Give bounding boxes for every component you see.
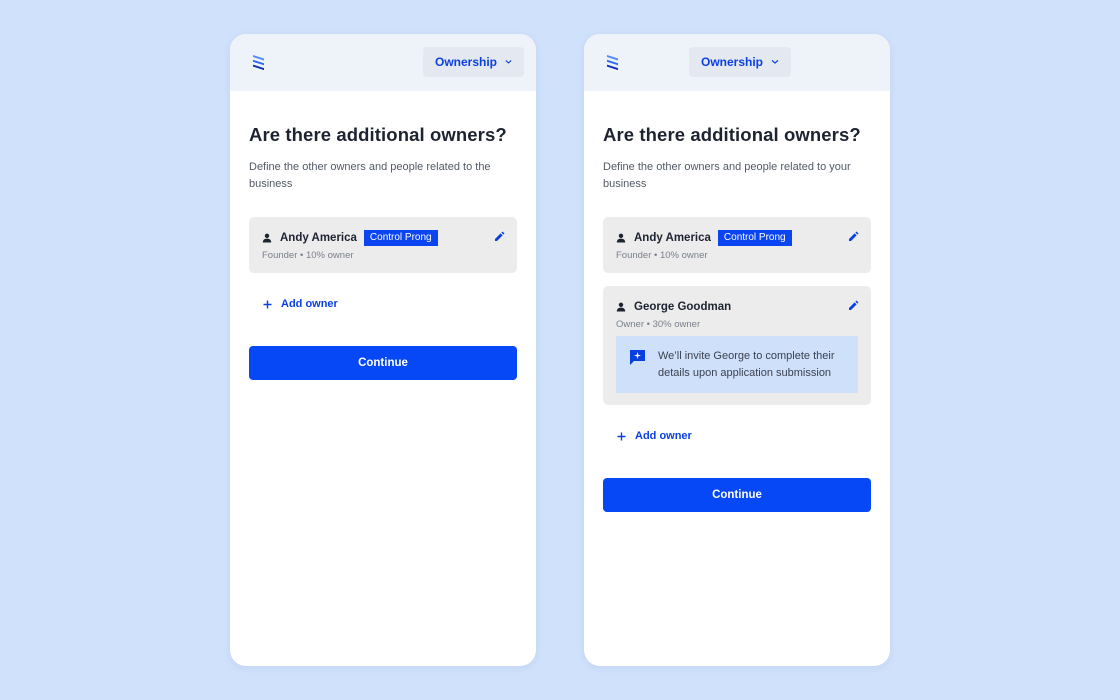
- plus-icon: [263, 300, 272, 308]
- top-bar: Ownership: [584, 34, 890, 91]
- owner-name: George Goodman: [634, 300, 732, 313]
- logo: [253, 55, 264, 71]
- owner-role-share: Owner • 30% owner: [616, 319, 701, 330]
- person-icon: [616, 302, 626, 311]
- continue-button[interactable]: Continue: [603, 478, 871, 512]
- dropdown-label: Ownership: [701, 55, 764, 69]
- page-subtitle: Define the other owners and people relat…: [249, 161, 491, 190]
- logo: [607, 55, 618, 71]
- phone-screen-before: Ownership Are there additional owners? D…: [230, 34, 536, 666]
- person-icon: [616, 233, 626, 242]
- add-owner-button[interactable]: Add owner: [249, 296, 517, 312]
- owner-role-share: Founder • 10% owner: [262, 250, 354, 261]
- person-icon: [262, 233, 272, 242]
- dropdown-label: Ownership: [435, 55, 498, 69]
- owner-card-george-goodman[interactable]: George Goodman Owner • 30% owner We’ll i…: [603, 286, 871, 405]
- main-content: Are there additional owners? Define the …: [584, 91, 890, 512]
- notice-text: We’ll invite George to complete their de…: [658, 350, 835, 379]
- plus-icon: [617, 432, 626, 440]
- control-prong-badge: Control Prong: [363, 229, 438, 246]
- owner-name: Andy America: [280, 231, 357, 244]
- pencil-icon[interactable]: [494, 231, 505, 242]
- add-owner-label: Add owner: [281, 298, 338, 310]
- owner-card-andy-america[interactable]: Andy America Control Prong Founder • 10%…: [249, 217, 517, 273]
- ownership-dropdown[interactable]: Ownership: [689, 47, 791, 77]
- top-bar: Ownership: [230, 34, 536, 91]
- owner-role-share: Founder • 10% owner: [616, 250, 708, 261]
- add-owner-button[interactable]: Add owner: [603, 428, 871, 444]
- chevron-down-icon: [505, 60, 512, 64]
- owner-list: Andy America Control Prong Founder • 10%…: [249, 217, 517, 273]
- control-prong-badge: Control Prong: [717, 229, 792, 246]
- main-content: Are there additional owners? Define the …: [230, 91, 536, 380]
- add-owner-label: Add owner: [635, 430, 692, 442]
- pencil-icon[interactable]: [848, 300, 859, 311]
- page-title: Are there additional owners?: [603, 124, 861, 145]
- ownership-dropdown[interactable]: Ownership: [423, 47, 524, 77]
- chevron-down-icon: [771, 60, 779, 64]
- continue-button[interactable]: Continue: [249, 346, 517, 380]
- invite-notice: We’ll invite George to complete their de…: [616, 336, 858, 393]
- owner-card-andy-america[interactable]: Andy America Control Prong Founder • 10%…: [603, 217, 871, 273]
- owner-name: Andy America: [634, 231, 711, 244]
- pencil-icon[interactable]: [848, 231, 859, 242]
- owner-list: Andy America Control Prong Founder • 10%…: [603, 217, 871, 405]
- page-title: Are there additional owners?: [249, 124, 507, 145]
- page-subtitle: Define the other owners and people relat…: [603, 161, 851, 190]
- phone-screen-after: Ownership Are there additional owners? D…: [584, 34, 890, 666]
- sparkle-message-icon: [630, 350, 645, 365]
